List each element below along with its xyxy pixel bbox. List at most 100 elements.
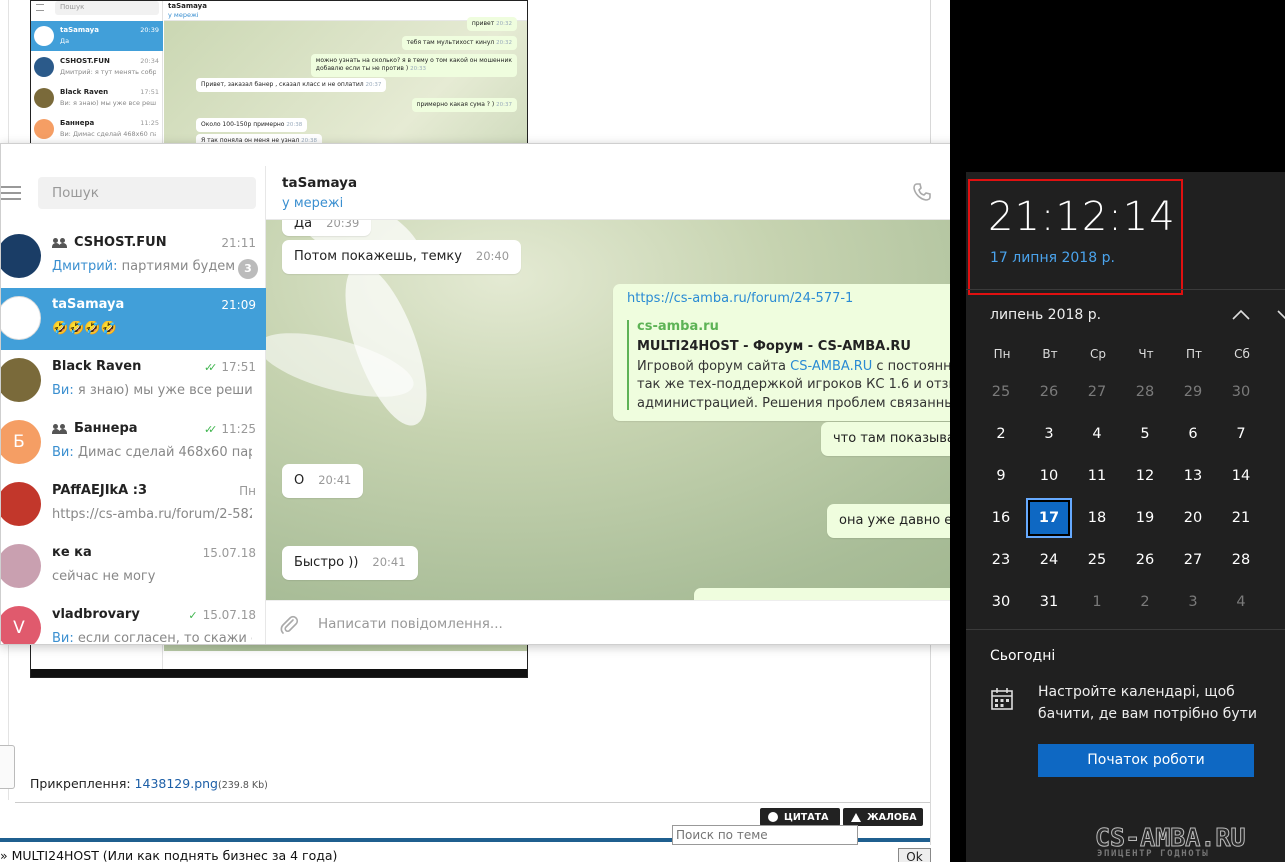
message-bubble-partial[interactable] bbox=[694, 588, 994, 600]
flyout-separator bbox=[966, 629, 1285, 630]
message-input[interactable] bbox=[318, 611, 958, 637]
thumb-search: Пошук bbox=[55, 1, 159, 15]
calendar-day[interactable]: 9 bbox=[978, 456, 1024, 496]
calendar-day[interactable]: 5 bbox=[1122, 414, 1168, 454]
quote-button[interactable]: ЦИТАТА bbox=[760, 808, 840, 826]
weekday-label: Ср bbox=[1090, 347, 1106, 361]
calendar-day[interactable]: 31 bbox=[1026, 582, 1072, 622]
menu-icon[interactable] bbox=[1, 186, 21, 200]
message-bubble[interactable]: Потом покажешь, темку 20:40 bbox=[282, 240, 522, 274]
thumb-message: Около 100-150р примерно 20:38 bbox=[196, 118, 308, 133]
chat-preview: Ви: если согласен, то скажи ем... bbox=[52, 631, 252, 645]
calendar-day[interactable]: 27 bbox=[1170, 540, 1216, 580]
calendar-day[interactable]: 23 bbox=[978, 540, 1024, 580]
site-logo: CS-AMBA.RU ЭПИЦЕНТР ГОДНОТЫ bbox=[1095, 823, 1285, 862]
window-titlebar: — ☐ ✕ bbox=[1, 144, 1058, 166]
chat-item[interactable]: Vvladbrovary ✓ 15.07.18 Ви: если согласен, … bbox=[1, 598, 266, 645]
chat-item[interactable]: Б Баннера ✓✓ 11:25 Ви: Димас сделай 468x60 п… bbox=[1, 412, 266, 474]
calendar-day-today[interactable]: 17 bbox=[1026, 498, 1072, 538]
calendar-day[interactable]: 25 bbox=[1074, 540, 1120, 580]
clock-date[interactable]: 17 липня 2018 р. bbox=[990, 250, 1115, 266]
calendar-day[interactable]: 24 bbox=[1026, 540, 1072, 580]
calendar-day[interactable]: 4 bbox=[1218, 582, 1264, 622]
chat-name: CSHOST.FUN bbox=[52, 235, 167, 250]
calendar-day[interactable]: 3 bbox=[1170, 582, 1216, 622]
calendar-grid: 25 26 27 28 29 30 2 3 4 5 6 7 9 10 11 12 13 14 16 17 18 19 20 2… bbox=[978, 372, 1285, 624]
thumb-menu-icon bbox=[36, 4, 44, 11]
chat-header[interactable]: taSamaya у мережі bbox=[266, 166, 1058, 220]
message-history[interactable]: Да 20:39 Потом покажешь, темку 20:40 https… bbox=[266, 220, 1058, 600]
calendar-day[interactable]: 12 bbox=[1122, 456, 1168, 496]
ok-button[interactable]: Ok bbox=[898, 848, 931, 862]
calendar-day[interactable]: 20 bbox=[1170, 498, 1216, 538]
chat-item[interactable]: Black Raven ✓✓ 17:51 Ви: я знаю) мы уже все… bbox=[1, 350, 266, 412]
chat-item[interactable]: taSamaya 21:09 🤣🤣🤣🤣 bbox=[1, 288, 266, 350]
weekday-label: Пт bbox=[1185, 347, 1202, 361]
message-time: 20:41 bbox=[372, 555, 406, 569]
report-button[interactable]: ЖАЛОБА bbox=[843, 808, 923, 826]
message-text: Потом покажешь, темку bbox=[294, 249, 462, 264]
chat-item[interactable]: PAffAEJIkA :3 Пн https://cs-amba.ru/forum… bbox=[1, 474, 266, 536]
report-button-label: ЖАЛОБА bbox=[867, 811, 917, 823]
calendar-day[interactable]: 30 bbox=[1218, 372, 1264, 412]
calendar-day[interactable]: 28 bbox=[1218, 540, 1264, 580]
calendar-day[interactable]: 16 bbox=[978, 498, 1024, 538]
chevron-down-icon[interactable] bbox=[1275, 306, 1285, 324]
topic-search-input[interactable] bbox=[672, 825, 858, 845]
calendar-day[interactable]: 10 bbox=[1026, 456, 1072, 496]
calendar-day[interactable]: 2 bbox=[978, 414, 1024, 454]
message-time: 20:40 bbox=[475, 249, 510, 263]
forum-separator bbox=[15, 802, 930, 803]
chevron-up-icon[interactable] bbox=[1230, 306, 1252, 324]
chat-item[interactable]: CSHOST.FUN 21:11 Дмитрий: партиями будем .… bbox=[1, 226, 266, 288]
calendar-day[interactable]: 14 bbox=[1218, 456, 1264, 496]
calendar-day[interactable]: 2 bbox=[1122, 582, 1168, 622]
message-link[interactable]: https://cs-amba.ru/forum/24-577-1 bbox=[627, 291, 853, 306]
chat-title: taSamaya bbox=[282, 175, 358, 191]
calendar-day[interactable]: 26 bbox=[1122, 540, 1168, 580]
calendar-day[interactable]: 25 bbox=[978, 372, 1024, 412]
chat-time: ✓ 15.07.18 bbox=[188, 608, 256, 622]
preview-accent-bar bbox=[627, 320, 629, 410]
forum-side-box bbox=[0, 745, 15, 789]
calendar-day[interactable]: 27 bbox=[1074, 372, 1120, 412]
paperclip-icon[interactable] bbox=[278, 614, 300, 636]
message-bubble[interactable]: О 20:41 bbox=[282, 464, 364, 498]
calendar-day[interactable]: 21 bbox=[1218, 498, 1264, 538]
chat-name: Баннера bbox=[52, 421, 138, 436]
chat-list-panel: CSHOST.FUN 21:11 Дмитрий: партиями будем .… bbox=[1, 166, 266, 645]
calendar-day[interactable]: 7 bbox=[1218, 414, 1264, 454]
calendar-day[interactable]: 19 bbox=[1122, 498, 1168, 538]
calendar-day[interactable]: 28 bbox=[1122, 372, 1168, 412]
link-preview-message[interactable]: https://cs-amba.ru/forum/24-577-1 cs-amb… bbox=[613, 284, 973, 421]
thumb-avatar bbox=[34, 88, 54, 108]
avatar: V bbox=[1, 606, 41, 644]
calendar-day[interactable]: 3 bbox=[1026, 414, 1072, 454]
calendar-day[interactable]: 29 bbox=[1170, 372, 1216, 412]
calendar-day[interactable]: 30 bbox=[978, 582, 1024, 622]
unread-badge: 3 bbox=[238, 259, 258, 279]
search-input[interactable] bbox=[38, 177, 256, 209]
chat-item[interactable]: ке ка 15.07.18 сейчас не могу bbox=[1, 536, 266, 598]
calendar-day[interactable]: 11 bbox=[1074, 456, 1120, 496]
calendar-day[interactable]: 18 bbox=[1074, 498, 1120, 538]
calendar-day[interactable]: 4 bbox=[1074, 414, 1120, 454]
month-label[interactable]: липень 2018 р. bbox=[990, 307, 1101, 323]
group-icon bbox=[52, 237, 68, 248]
message-bubble[interactable]: Быстро )) 20:41 bbox=[282, 546, 418, 580]
chat-name: vladbrovary bbox=[52, 607, 140, 622]
calendar-day[interactable]: 13 bbox=[1170, 456, 1216, 496]
calendar-day[interactable]: 1 bbox=[1074, 582, 1120, 622]
phone-icon[interactable] bbox=[912, 182, 932, 202]
flyout-separator bbox=[966, 289, 1285, 290]
check-icon: ✓ bbox=[188, 608, 198, 622]
avatar bbox=[1, 544, 41, 588]
thumb-chat-item: Баннера Ви: Димас сделай 468x60 пару 11:25 bbox=[31, 114, 163, 144]
message-bubble[interactable]: Да 20:39 bbox=[282, 220, 372, 236]
attachment-link[interactable]: 1438129.png bbox=[135, 776, 218, 791]
warning-icon bbox=[851, 812, 861, 822]
clock-time: 21:12:14 bbox=[988, 194, 1176, 240]
calendar-day[interactable]: 6 bbox=[1170, 414, 1216, 454]
get-started-button[interactable]: Початок роботи bbox=[1038, 744, 1254, 777]
calendar-day[interactable]: 26 bbox=[1026, 372, 1072, 412]
